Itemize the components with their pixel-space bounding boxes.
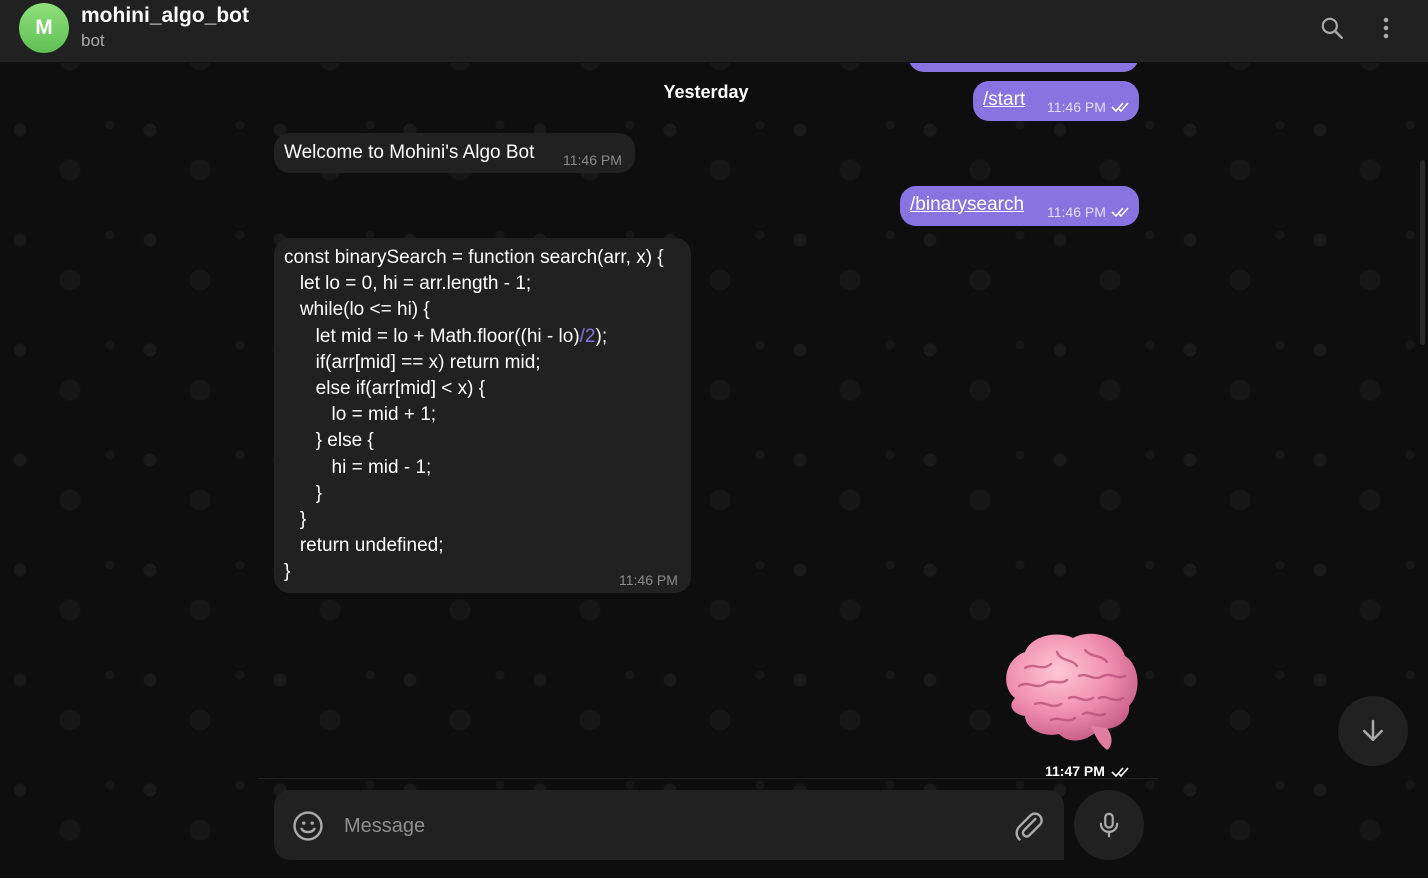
message-time: 11:46 PM: [1047, 99, 1106, 115]
message-input[interactable]: [342, 804, 986, 848]
arrow-down-icon: [1363, 719, 1383, 741]
chat-subtitle: bot: [81, 31, 105, 50]
message-composer: [274, 790, 1064, 860]
double-check-icon: [1111, 102, 1129, 113]
code-line: hi = mid - 1;: [284, 456, 432, 478]
code-line-part: );: [595, 325, 608, 347]
code-line-part: let mid = lo + Math.floor((hi - lo): [284, 325, 580, 347]
divider: [258, 778, 1158, 779]
chat-header: M mohini_algo_bot bot: [0, 0, 1428, 63]
brain-sticker[interactable]: [995, 628, 1143, 754]
date-separator: Yesterday: [663, 81, 749, 102]
message-bubble-incoming-code[interactable]: const binarySearch = function search(arr…: [274, 238, 691, 593]
command-link-start[interactable]: /start: [983, 89, 1025, 111]
code-line: }: [284, 482, 323, 504]
double-check-icon: [1111, 767, 1129, 778]
code-block: const binarySearch = function search(arr…: [284, 245, 664, 586]
attach-button[interactable]: [1012, 809, 1046, 843]
sticker-time: 11:47 PM: [1040, 761, 1136, 781]
more-vertical-icon: [1383, 17, 1389, 39]
voice-message-button[interactable]: [1074, 790, 1144, 860]
message-text: Welcome to Mohini's Algo Bot: [284, 142, 535, 163]
code-line: return undefined;: [284, 535, 444, 557]
message-bubble-outgoing[interactable]: /binarysearch 11:46 PM: [900, 186, 1139, 226]
double-check-icon: [1111, 207, 1129, 218]
message-time: 11:46 PM: [563, 152, 622, 168]
message-bubble-incoming[interactable]: Welcome to Mohini's Algo Bot 11:46 PM: [274, 133, 635, 173]
code-line: }: [284, 561, 291, 583]
brain-icon: [1006, 633, 1138, 750]
chat-title[interactable]: mohini_algo_bot: [81, 4, 249, 28]
code-line: while(lo <= hi) {: [284, 299, 430, 321]
search-icon: [1321, 17, 1343, 39]
emoji-button[interactable]: [291, 809, 325, 843]
search-button[interactable]: [1310, 8, 1354, 48]
scrollbar[interactable]: [1420, 160, 1425, 345]
code-line: const binarySearch = function search(arr…: [284, 247, 664, 268]
message-bubble-outgoing[interactable]: /start 11:46 PM: [973, 81, 1139, 121]
message-time: 11:46 PM: [1047, 204, 1106, 220]
paperclip-icon: [1015, 812, 1043, 841]
code-line: lo = mid + 1;: [284, 404, 437, 426]
code-line: let mid = lo + Math.floor((hi - lo)/2);: [284, 324, 664, 350]
code-line: let lo = 0, hi = arr.length - 1;: [284, 273, 532, 295]
code-line: } else {: [284, 430, 374, 452]
microphone-icon: [1099, 812, 1119, 838]
scroll-to-bottom-button[interactable]: [1338, 696, 1408, 766]
command-link-binarysearch[interactable]: /binarysearch: [910, 194, 1024, 216]
more-options-button[interactable]: [1364, 8, 1408, 48]
message-time: 11:46 PM: [619, 572, 678, 588]
smiley-icon: [293, 811, 323, 841]
message-time: 11:47 PM: [1045, 763, 1105, 779]
code-line: }: [284, 509, 307, 531]
code-line: else if(arr[mid] < x) {: [284, 378, 486, 400]
chat-background: [0, 0, 1428, 878]
avatar[interactable]: M: [19, 3, 69, 53]
code-accent: /2: [579, 325, 596, 347]
code-line: if(arr[mid] == x) return mid;: [284, 351, 541, 373]
